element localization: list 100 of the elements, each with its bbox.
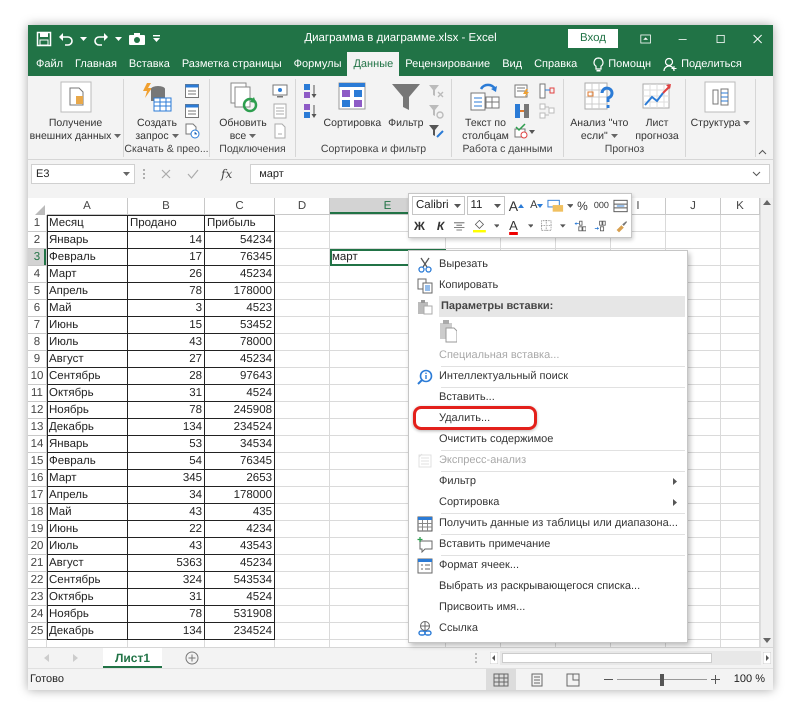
decrease-decimal-icon[interactable] bbox=[594, 218, 608, 232]
menu-item[interactable]: Ссылка bbox=[411, 618, 685, 639]
row-header[interactable]: 18 bbox=[28, 504, 47, 521]
zoom-level[interactable]: 100 % bbox=[726, 671, 773, 688]
advanced-filter-icon[interactable] bbox=[428, 123, 444, 139]
sort-ascending-icon[interactable] bbox=[302, 83, 319, 99]
caret-icon[interactable] bbox=[115, 36, 122, 40]
collapse-ribbon-icon[interactable] bbox=[758, 149, 767, 155]
sheet-tab[interactable]: Лист1 bbox=[103, 648, 162, 668]
insert-function-button[interactable]: fx bbox=[215, 165, 238, 183]
slider-thumb[interactable] bbox=[660, 674, 664, 686]
row-header[interactable]: 21 bbox=[28, 555, 47, 572]
ribbon-tab[interactable]: Файл bbox=[30, 52, 70, 76]
view-button[interactable] bbox=[486, 668, 516, 690]
column-header[interactable]: J bbox=[666, 198, 721, 215]
ribbon-tab[interactable]: Рецензирование bbox=[399, 52, 496, 76]
paste-option-icon[interactable] bbox=[439, 319, 457, 343]
menu-item[interactable]: Удалить... bbox=[411, 408, 685, 429]
thousands-button[interactable]: 000 bbox=[592, 196, 611, 215]
column-header[interactable]: A bbox=[47, 198, 128, 215]
name-box[interactable]: E3 bbox=[31, 164, 135, 184]
number-format-icon[interactable] bbox=[547, 198, 565, 212]
row-header[interactable]: 20 bbox=[28, 538, 47, 555]
remove-duplicates-icon[interactable] bbox=[514, 103, 530, 119]
column-header[interactable]: K bbox=[721, 198, 760, 215]
row-header[interactable]: 7 bbox=[28, 317, 47, 334]
row-header[interactable]: 10 bbox=[28, 368, 47, 385]
row-header[interactable]: 22 bbox=[28, 572, 47, 589]
ribbon-button[interactable]: Структура bbox=[688, 80, 752, 131]
add-sheet-icon[interactable] bbox=[185, 651, 200, 665]
row-header[interactable]: 19 bbox=[28, 521, 47, 538]
ribbon-button[interactable]: Получение внешних данных bbox=[28, 80, 123, 143]
consolidate-icon[interactable] bbox=[538, 83, 555, 99]
menu-item[interactable]: Выбрать из раскрывающегося списка... bbox=[411, 576, 685, 597]
column-header[interactable]: B bbox=[128, 198, 205, 215]
ribbon-tab[interactable]: Вставка bbox=[122, 52, 176, 76]
vertical-scrollbar[interactable] bbox=[760, 198, 773, 647]
scroll-left-icon[interactable] bbox=[490, 652, 498, 664]
caret-icon[interactable] bbox=[528, 224, 534, 228]
row-header[interactable]: 16 bbox=[28, 470, 47, 487]
row-header[interactable]: 17 bbox=[28, 487, 47, 504]
menu-item[interactable]: Вырезать bbox=[411, 254, 685, 275]
scroll-right-icon[interactable] bbox=[763, 652, 771, 664]
row-header[interactable]: 1 bbox=[28, 215, 47, 232]
caret-icon[interactable] bbox=[494, 224, 500, 228]
font-color-button[interactable]: A bbox=[507, 216, 520, 235]
ribbon-button[interactable]: Создать запрос bbox=[133, 80, 181, 143]
fill-color-icon[interactable] bbox=[472, 218, 486, 234]
row-header[interactable]: 12 bbox=[28, 402, 47, 419]
italic-button[interactable]: К bbox=[434, 216, 446, 235]
customize-icon[interactable] bbox=[152, 34, 161, 42]
ribbon-button[interactable]: Обновить все bbox=[217, 80, 269, 143]
ribbon-display-icon[interactable] bbox=[640, 32, 652, 46]
scrollbar-thumb[interactable] bbox=[502, 653, 712, 663]
menu-item[interactable]: Присвоить имя... bbox=[411, 597, 685, 618]
ribbon-button[interactable]: Сортировка bbox=[322, 80, 384, 131]
ribbon-tab[interactable]: Данные bbox=[347, 52, 400, 76]
share-button[interactable]: Поделиться bbox=[657, 52, 748, 76]
column-header[interactable]: D bbox=[275, 198, 330, 215]
sign-in-button[interactable]: Вход bbox=[568, 28, 618, 48]
menu-item[interactable]: Очистить содержимое bbox=[411, 429, 685, 450]
menu-item[interactable]: Копировать bbox=[411, 275, 685, 296]
borders-icon[interactable] bbox=[541, 219, 552, 232]
row-header[interactable]: 4 bbox=[28, 266, 47, 283]
close-icon[interactable] bbox=[752, 32, 763, 46]
row-header[interactable]: 3 bbox=[28, 249, 47, 266]
ribbon-button[interactable]: Текст по столбцам bbox=[460, 80, 511, 143]
ribbon-tab[interactable]: Справка bbox=[528, 52, 584, 76]
ribbon-tab[interactable]: Формулы bbox=[288, 52, 348, 76]
formula-input[interactable]: март bbox=[250, 164, 770, 184]
ribbon-tab[interactable]: Главная bbox=[69, 52, 123, 76]
row-header[interactable]: 2 bbox=[28, 232, 47, 249]
caret-icon[interactable] bbox=[560, 224, 566, 228]
row-header[interactable]: 13 bbox=[28, 419, 47, 436]
increase-decimal-icon[interactable] bbox=[574, 218, 586, 232]
caret-icon[interactable] bbox=[566, 204, 574, 208]
scroll-up-icon[interactable] bbox=[763, 200, 771, 205]
column-header[interactable]: C bbox=[205, 198, 275, 215]
row-header[interactable]: 6 bbox=[28, 300, 47, 317]
paintbrush-icon[interactable] bbox=[615, 218, 628, 232]
format-table-icon[interactable] bbox=[612, 198, 628, 212]
table-icon[interactable] bbox=[184, 103, 200, 119]
row-header[interactable]: 11 bbox=[28, 385, 47, 402]
redo-icon[interactable] bbox=[93, 30, 109, 46]
sort-descending-icon[interactable] bbox=[302, 103, 319, 119]
caret-icon[interactable] bbox=[123, 172, 130, 176]
expand-icon[interactable] bbox=[752, 171, 761, 177]
row-header[interactable]: 25 bbox=[28, 623, 47, 640]
row-header[interactable]: 14 bbox=[28, 436, 47, 453]
percent-button[interactable]: % bbox=[575, 196, 590, 215]
ribbon-tab[interactable]: Вид bbox=[496, 52, 528, 76]
data-validation-icon[interactable] bbox=[514, 123, 536, 139]
ribbon-tab[interactable]: Разметка страницы bbox=[176, 52, 288, 76]
menu-item[interactable]: Сортировка bbox=[411, 492, 685, 513]
save-icon[interactable] bbox=[36, 30, 52, 46]
undo-icon[interactable] bbox=[58, 30, 74, 46]
scroll-down-icon[interactable] bbox=[763, 638, 771, 643]
row-header[interactable]: 9 bbox=[28, 351, 47, 368]
font-size-dropdown[interactable]: 11 bbox=[466, 196, 505, 215]
decrease-font-button[interactable]: A bbox=[528, 196, 546, 215]
